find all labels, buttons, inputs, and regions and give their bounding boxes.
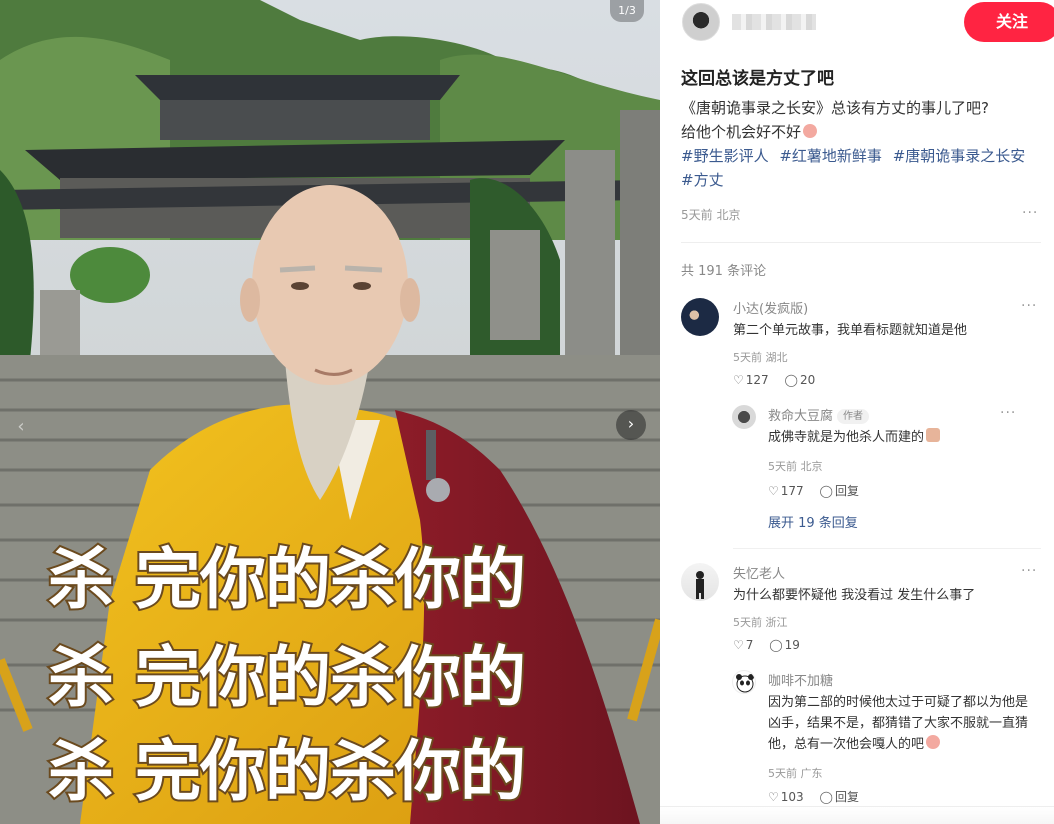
post-body-line-wrap: 给他个机会好不好 bbox=[681, 120, 1041, 144]
comment-date-location: 5天前 浙江 bbox=[733, 616, 788, 629]
like-count: 7 bbox=[745, 638, 754, 652]
replier-name[interactable]: 救命大豆腐 bbox=[768, 409, 833, 424]
comment-bubble-icon: ◯ bbox=[784, 373, 798, 387]
replier-avatar[interactable] bbox=[732, 405, 756, 429]
face-emoji-icon bbox=[926, 735, 941, 749]
like-button[interactable]: ♡ 127 bbox=[733, 373, 769, 387]
caption-line: 杀 完你的杀你的 bbox=[46, 539, 528, 620]
author-avatar[interactable] bbox=[682, 3, 720, 41]
monk-emoji-icon bbox=[926, 428, 941, 442]
author-name-redacted[interactable] bbox=[732, 14, 816, 30]
reply-button[interactable]: ◯ 回复 bbox=[820, 790, 859, 804]
post-title: 这回总该是方丈了吧 bbox=[681, 69, 834, 89]
more-options-icon[interactable]: ··· bbox=[1022, 205, 1038, 221]
heart-icon: ♡ bbox=[733, 638, 744, 652]
reply-actions: ♡ 177 ◯ 回复 bbox=[768, 482, 871, 499]
hashtag-row: #方丈 bbox=[681, 168, 1041, 192]
caption-line: 杀 完你的杀你的 bbox=[46, 637, 528, 718]
commenter-avatar[interactable] bbox=[681, 298, 719, 336]
panda-icon bbox=[736, 674, 754, 693]
heart-icon: ♡ bbox=[768, 484, 779, 498]
image-counter: 1/3 bbox=[610, 0, 644, 22]
reply-button[interactable]: ◯ 回复 bbox=[820, 484, 859, 498]
reply-label: 回复 bbox=[834, 790, 859, 804]
reply-count: 20 bbox=[799, 373, 816, 387]
like-button[interactable]: ♡ 103 bbox=[768, 790, 804, 804]
hashtag-link[interactable]: #野生影评人 bbox=[681, 147, 769, 165]
expand-replies-link[interactable]: 展开 19 条回复 bbox=[768, 512, 858, 531]
like-count: 177 bbox=[780, 484, 804, 498]
follow-button[interactable]: 关注 bbox=[964, 2, 1054, 42]
post-body-line: 《唐朝诡事录之长安》总该有方丈的事儿了吧? bbox=[681, 99, 989, 117]
heart-icon: ♡ bbox=[768, 790, 779, 804]
author-badge: 作者 bbox=[837, 409, 870, 424]
reply-button[interactable]: ◯ 19 bbox=[769, 638, 800, 652]
reply-text: 成佛寺就是为他杀人而建的 bbox=[768, 430, 925, 445]
reply-item: 咖啡不加糖 因为第二部的时候他太过于可疑了都以为他是凶手，结果不是，都猜错了大家… bbox=[732, 670, 1028, 810]
reply-text-row: 因为第二部的时候他太过于可疑了都以为他是凶手，结果不是，都猜错了大家不服就一直猜… bbox=[768, 692, 1036, 755]
reply-item: 救命大豆腐 作者 ··· 成佛寺就是为他杀人而建的 5天前 北京 ♡ 177 ◯ 回复 bbox=[732, 405, 1022, 505]
comment-actions: ♡ 7 ◯ 19 bbox=[733, 638, 812, 652]
reply-button[interactable]: ◯ 20 bbox=[785, 373, 816, 387]
post-image-viewer[interactable]: 1/3 ‹ › 杀 完你的杀你的 杀 完你的杀你的 杀 完你的杀你的 bbox=[0, 0, 660, 824]
hashtag-link[interactable]: #唐朝诡事录之长安 bbox=[893, 147, 1026, 165]
comment-input-bar[interactable] bbox=[660, 806, 1054, 824]
reply-count: 19 bbox=[784, 638, 800, 652]
post-body-line: 给他个机会好不好 bbox=[681, 123, 802, 141]
like-button[interactable]: ♡ 7 bbox=[733, 638, 753, 652]
comment-bubble-icon: ◯ bbox=[769, 638, 783, 652]
comment-bubble-icon: ◯ bbox=[819, 790, 833, 804]
comment-actions: ♡ 127 ◯ 20 bbox=[733, 373, 827, 387]
divider bbox=[681, 242, 1041, 243]
reply-text: 因为第二部的时候他太过于可疑了都以为他是凶手，结果不是，都猜错了大家不服就一直猜… bbox=[768, 695, 1029, 752]
reply-label: 回复 bbox=[834, 484, 859, 498]
chevron-right-icon[interactable]: › bbox=[616, 410, 646, 440]
replier-name-row: 救命大豆腐 作者 bbox=[768, 405, 870, 424]
reply-date-location: 5天前 北京 bbox=[768, 460, 823, 473]
author-bar: 关注 bbox=[680, 0, 1054, 44]
chevron-left-icon[interactable]: ‹ bbox=[8, 410, 34, 444]
post-detail-panel: 关注 这回总该是方丈了吧 《唐朝诡事录之长安》总该有方丈的事儿了吧? 给他个机会… bbox=[660, 0, 1054, 824]
like-count: 127 bbox=[745, 373, 769, 387]
hashtag-link[interactable]: #方丈 bbox=[681, 171, 724, 189]
comment-text: 为什么都要怀疑他 我没看过 发生什么事了 bbox=[733, 588, 976, 603]
more-options-icon[interactable]: ··· bbox=[1021, 298, 1037, 314]
replier-avatar[interactable] bbox=[732, 670, 756, 694]
more-options-icon[interactable]: ··· bbox=[1021, 563, 1037, 579]
heart-icon: ♡ bbox=[733, 373, 744, 387]
like-count: 103 bbox=[780, 790, 804, 804]
replier-name[interactable]: 咖啡不加糖 bbox=[768, 670, 833, 689]
reply-date-location: 5天前 广东 bbox=[768, 767, 823, 780]
post-body: 《唐朝诡事录之长安》总该有方丈的事儿了吧? 给他个机会好不好 #野生影评人 #红… bbox=[681, 96, 1041, 192]
more-options-icon[interactable]: ··· bbox=[1000, 405, 1016, 421]
face-emoji-icon bbox=[803, 124, 818, 138]
divider bbox=[733, 548, 1041, 549]
commenter-name[interactable]: 小达(发疯版) bbox=[733, 298, 808, 317]
hashtag-row: #野生影评人 #红薯地新鲜事 #唐朝诡事录之长安 bbox=[681, 144, 1041, 168]
comment-item: 失忆老人 ··· 为什么都要怀疑他 我没看过 发生什么事了 5天前 浙江 ♡ 7 … bbox=[681, 563, 1041, 663]
comment-bubble-icon: ◯ bbox=[819, 484, 833, 498]
like-button[interactable]: ♡ 177 bbox=[768, 484, 804, 498]
commenter-name[interactable]: 失忆老人 bbox=[733, 563, 785, 582]
commenter-avatar[interactable] bbox=[681, 563, 719, 601]
reply-text-row: 成佛寺就是为他杀人而建的 bbox=[768, 427, 1036, 448]
caption-line: 杀 完你的杀你的 bbox=[46, 731, 528, 812]
comment-item: 小达(发疯版) ··· 第二个单元故事，我单看标题就知道是他 5天前 湖北 ♡ 1… bbox=[681, 298, 1041, 398]
post-date-location: 5天前 北京 bbox=[681, 208, 741, 222]
reply-actions: ♡ 103 ◯ 回复 bbox=[768, 788, 871, 805]
comment-text: 第二个单元故事，我单看标题就知道是他 bbox=[733, 323, 968, 338]
comment-count: 共 191 条评论 bbox=[681, 264, 767, 279]
hashtag-link[interactable]: #红薯地新鲜事 bbox=[779, 147, 882, 165]
silhouette-icon bbox=[696, 571, 704, 599]
comment-date-location: 5天前 湖北 bbox=[733, 351, 788, 364]
